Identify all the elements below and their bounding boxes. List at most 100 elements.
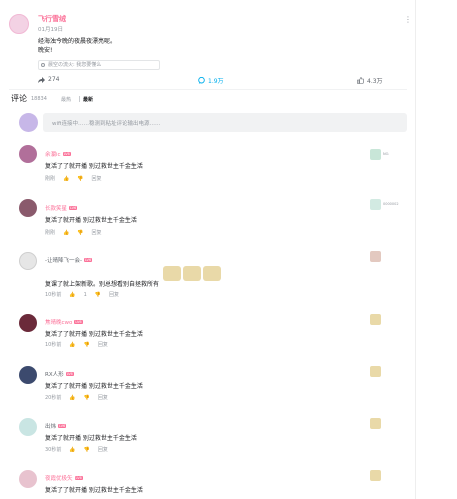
comment-meta: 10秒前 👍 👎 回复 bbox=[45, 341, 108, 349]
commenter-avatar[interactable] bbox=[19, 366, 37, 384]
poster-name[interactable]: 飞行雪绒 bbox=[38, 14, 66, 24]
referenced-text: 晨空の流火: 我您要懂么 bbox=[48, 62, 102, 68]
commenter-name-row: -让晴降飞一会- LV6 bbox=[45, 256, 93, 264]
commenter-name[interactable]: 余瀾ic bbox=[45, 150, 61, 158]
commenter-name[interactable]: 夜霞优极矢 bbox=[45, 474, 73, 482]
reply-button[interactable]: 回复 bbox=[91, 175, 101, 182]
comment-button[interactable]: 1.9万 bbox=[198, 76, 224, 85]
sticker-image bbox=[163, 266, 181, 281]
comment-input[interactable]: wifi连接中……稳测到粘址评论输出电源…… bbox=[43, 113, 407, 132]
commenter-name[interactable]: 出炜 bbox=[45, 422, 56, 430]
commenter-name[interactable]: 焦晴晚cwo bbox=[45, 318, 72, 326]
commenter-name-row: 出炜 LV6 bbox=[45, 422, 67, 430]
level-badge: LV6 bbox=[69, 206, 78, 210]
fan-badge-icon bbox=[370, 365, 381, 377]
comment-text: 复活了了就开播 别过救世主千金生活 bbox=[45, 163, 143, 170]
level-badge: LV6 bbox=[62, 152, 71, 156]
reply-button[interactable]: 回复 bbox=[98, 341, 108, 348]
post-date: 01月19日 bbox=[38, 27, 63, 33]
reply-button[interactable]: 回复 bbox=[98, 394, 108, 401]
comment-time: 刚刚 bbox=[45, 176, 56, 182]
fan-badge bbox=[370, 364, 402, 378]
commenter-name-row: 夜霞优极矢 LV6 bbox=[45, 474, 83, 482]
comment-time: 30秒前 bbox=[45, 447, 62, 453]
thumbs-up-icon[interactable]: 👍 bbox=[63, 230, 69, 236]
post-line-2: 晚安! bbox=[38, 47, 53, 54]
poster-avatar[interactable] bbox=[9, 14, 29, 34]
repost-button[interactable]: 274 bbox=[38, 76, 59, 83]
fan-badge-icon bbox=[370, 198, 381, 210]
comment-count: 1.9万 bbox=[208, 78, 224, 85]
commenter-avatar[interactable] bbox=[19, 418, 37, 436]
link-icon bbox=[41, 63, 45, 67]
more-options-icon[interactable]: ⋮ bbox=[404, 16, 412, 24]
commenter-name-row: 余瀾ic LV6 bbox=[45, 150, 71, 158]
repost-count: 274 bbox=[48, 76, 60, 83]
thumbs-up-icon[interactable]: 👍 bbox=[69, 395, 75, 401]
commenter-avatar[interactable] bbox=[19, 314, 37, 332]
commenter-name[interactable]: -让晴降飞一会- bbox=[45, 256, 82, 264]
comment-text: 复活了就开播 别过救世主千金生活 bbox=[45, 435, 137, 442]
comment-time: 刚刚 bbox=[45, 230, 56, 236]
comment-text: 复活了就开播 别过救世主千金生活 bbox=[45, 217, 137, 224]
comment-icon bbox=[198, 77, 205, 84]
comment-time: 10秒前 bbox=[45, 342, 62, 348]
commenter-name-row: 焦晴晚cwo LV6 bbox=[45, 318, 83, 326]
comments-title: 评论 bbox=[11, 94, 27, 103]
level-badge: LV6 bbox=[58, 424, 67, 428]
reply-button[interactable]: 回复 bbox=[98, 446, 108, 453]
sort-new-tab[interactable]: 最新 bbox=[83, 96, 93, 103]
reply-button[interactable]: 回复 bbox=[91, 229, 101, 236]
thumbs-down-icon[interactable]: 👎 bbox=[84, 447, 90, 453]
comment-meta: 刚刚 👍 👎 回复 bbox=[45, 229, 102, 237]
fan-badge bbox=[370, 416, 402, 430]
comment-time: 10秒前 bbox=[45, 292, 62, 298]
thumbs-up-icon[interactable]: 👍 bbox=[69, 292, 75, 298]
comment-meta: 30秒前 👍 👎 回复 bbox=[45, 446, 108, 454]
commenter-name[interactable]: RX人形 bbox=[45, 370, 64, 378]
fan-badge-label: 0000002 bbox=[383, 202, 399, 206]
thumbs-down-icon[interactable]: 👎 bbox=[95, 292, 101, 298]
like-button[interactable]: 4.3万 bbox=[357, 76, 383, 85]
sort-hot-tab[interactable]: 最热 bbox=[61, 96, 71, 103]
reply-button[interactable]: 回复 bbox=[109, 291, 119, 298]
fan-badge bbox=[370, 312, 402, 326]
thumbs-up-icon[interactable]: 👍 bbox=[69, 447, 75, 453]
commenter-name-row: 长款笑星 LV6 bbox=[45, 204, 78, 212]
fan-badge: NO. bbox=[370, 147, 402, 161]
commenter-avatar[interactable] bbox=[19, 145, 37, 163]
commenter-name[interactable]: 长款笑星 bbox=[45, 204, 67, 212]
thumbs-down-icon[interactable]: 👎 bbox=[77, 230, 83, 236]
level-badge: LV6 bbox=[74, 476, 83, 480]
level-badge: LV6 bbox=[74, 320, 83, 324]
fan-badge-icon bbox=[370, 417, 381, 429]
fan-badge-icon bbox=[370, 469, 381, 481]
like-count: 1 bbox=[83, 291, 87, 298]
thumbs-down-icon[interactable]: 👎 bbox=[84, 395, 90, 401]
level-badge: LV6 bbox=[83, 258, 93, 262]
section-divider bbox=[9, 89, 407, 90]
thumbs-down-icon[interactable]: 👎 bbox=[84, 342, 90, 348]
post-line-1: 经海浊今晚的夜晨夜漂亮呢。 bbox=[38, 38, 117, 45]
post-card: 飞行雪绒 01月19日 经海浊今晚的夜晨夜漂亮呢。 晚安! ⋮ 晨空の流火: 我… bbox=[0, 0, 416, 499]
my-avatar[interactable] bbox=[19, 113, 38, 132]
thumbs-up-icon[interactable]: 👍 bbox=[63, 176, 69, 182]
fan-badge-icon bbox=[370, 148, 381, 160]
fan-badge-icon bbox=[370, 313, 381, 325]
commenter-avatar[interactable] bbox=[19, 199, 37, 217]
referenced-post[interactable]: 晨空の流火: 我您要懂么 bbox=[38, 60, 160, 70]
commenter-name-row: RX人形 LV6 bbox=[45, 370, 74, 378]
sort-separator bbox=[79, 96, 80, 102]
share-icon bbox=[38, 76, 45, 83]
comment-text: 复活了了就开播 别过救世主千金生活 bbox=[45, 331, 143, 338]
thumbs-down-icon[interactable]: 👎 bbox=[77, 176, 83, 182]
commenter-avatar[interactable] bbox=[19, 470, 37, 488]
thumbs-up-icon[interactable]: 👍 bbox=[69, 342, 75, 348]
commenter-avatar[interactable] bbox=[19, 252, 37, 270]
comments-count: 18834 bbox=[31, 96, 47, 102]
fan-badge bbox=[370, 468, 402, 482]
thumbs-up-icon bbox=[357, 77, 364, 84]
post-body: 经海浊今晚的夜晨夜漂亮呢。 晚安! bbox=[38, 37, 116, 55]
comment-meta: 10秒前 👍 1 👎 回复 bbox=[45, 291, 119, 299]
comment-text: 复课了就上架新歌。别总想看别自拯救所有 bbox=[45, 281, 160, 288]
